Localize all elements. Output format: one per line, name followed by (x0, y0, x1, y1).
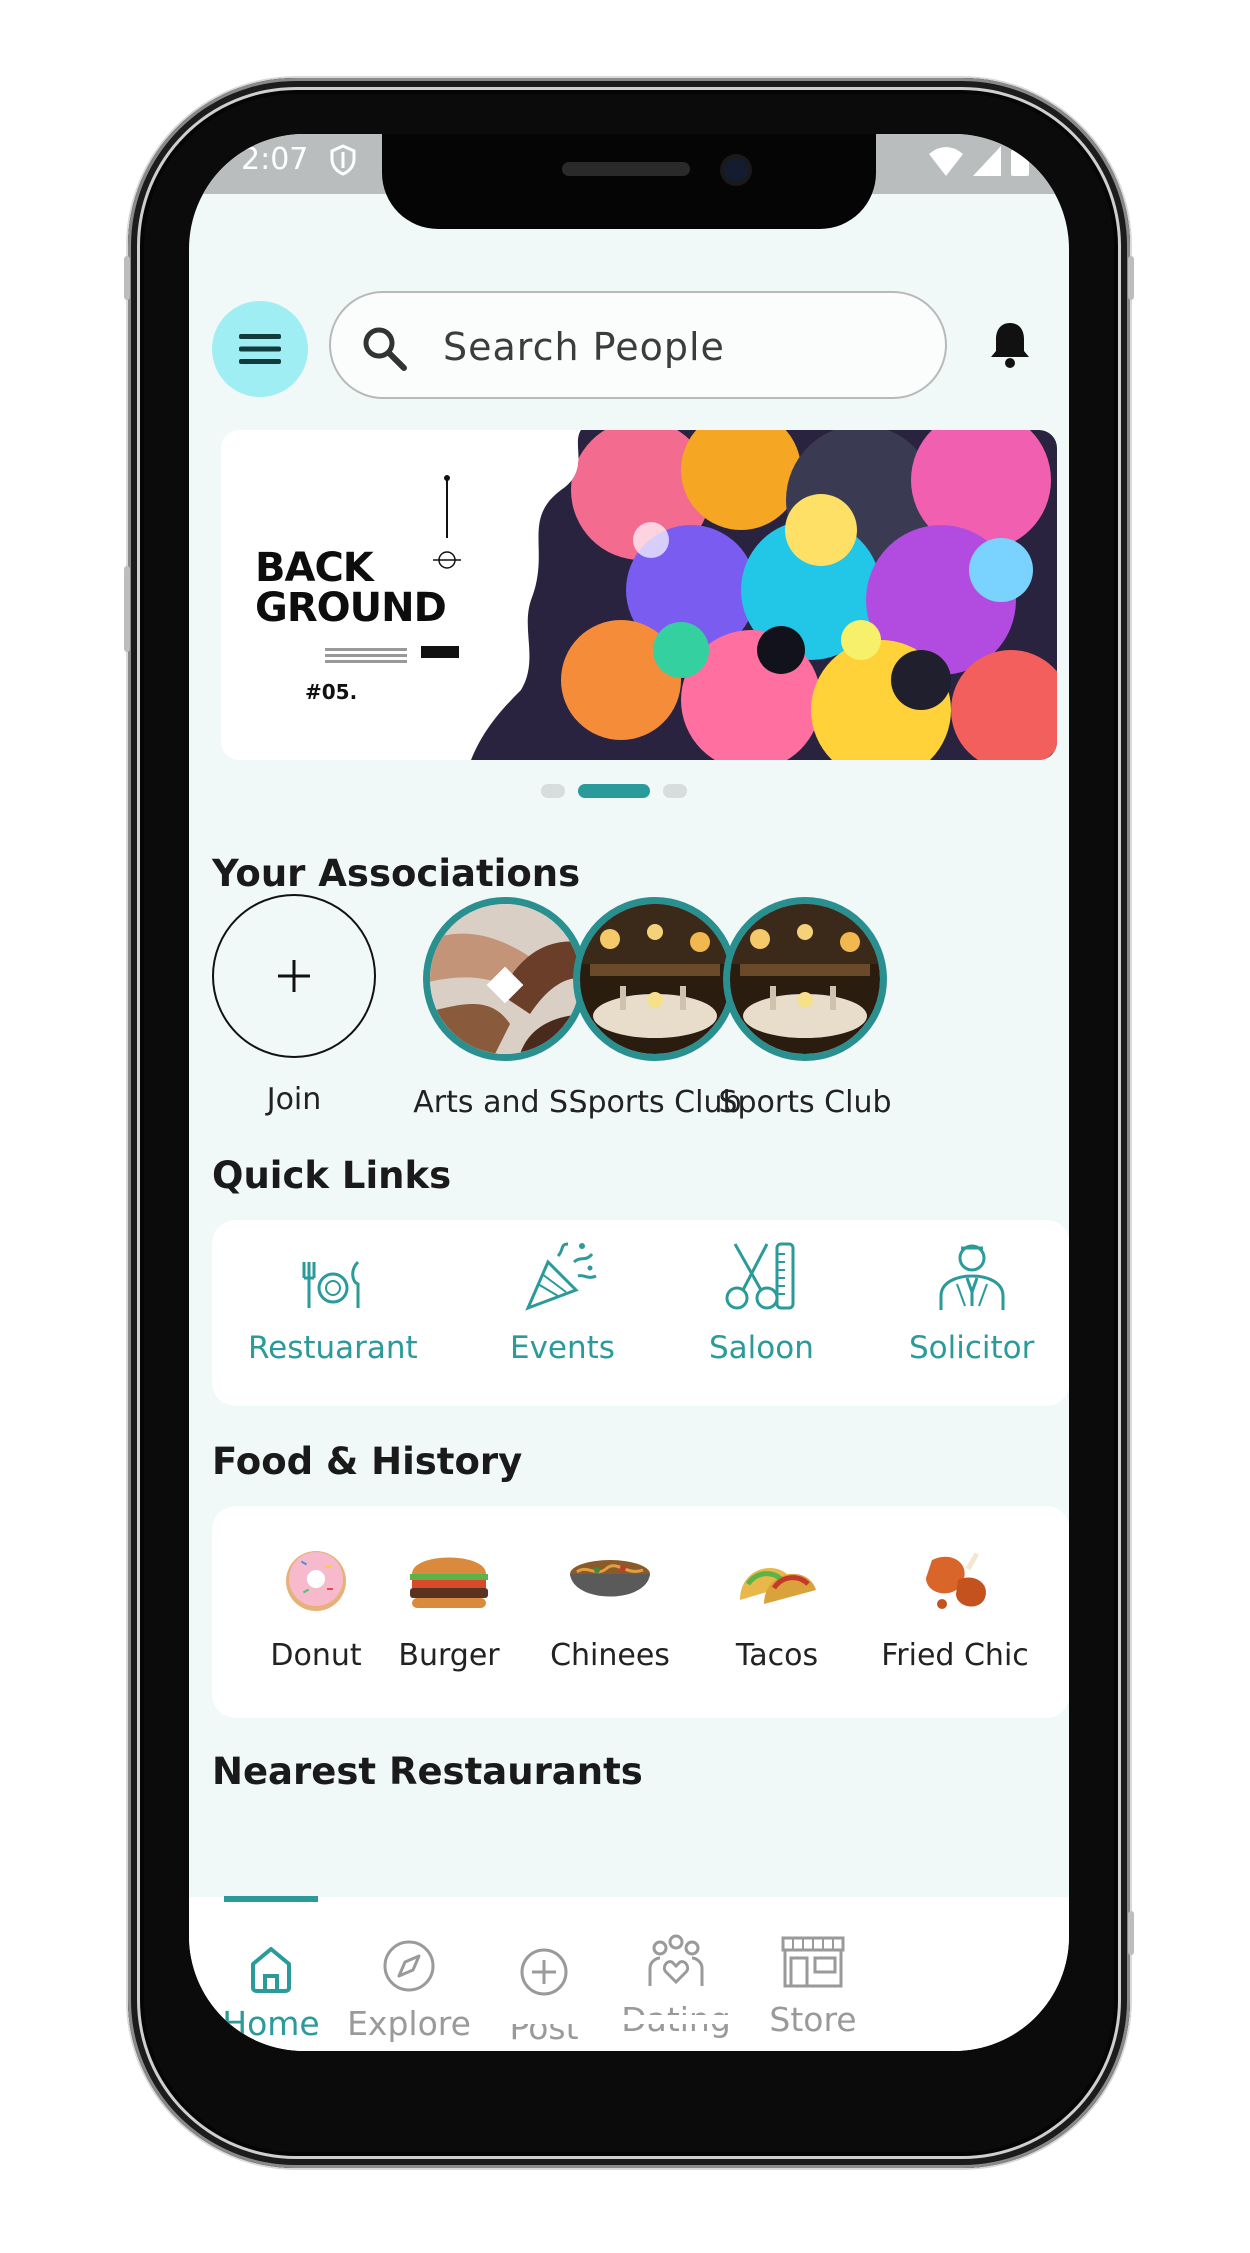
banner-title-line: BACK (255, 545, 374, 591)
banner-title-line: GROUND (255, 585, 447, 631)
menu-button[interactable] (212, 301, 308, 397)
nearest-restaurants-title: Nearest Restaurants (212, 1750, 643, 1793)
quick-link-saloon[interactable]: Saloon (709, 1242, 814, 1366)
quick-link-restaurant[interactable]: Restuarant (248, 1258, 418, 1366)
phone-side-button (124, 566, 130, 652)
home-icon (251, 1947, 291, 1993)
plus-circle-icon (520, 1948, 568, 1996)
search-input[interactable]: Search People (443, 325, 725, 369)
phone-side-button (1128, 1911, 1134, 1955)
food-item-fried-chicken[interactable]: Fried Chic (865, 1544, 1045, 1673)
carousel-dot[interactable] (663, 784, 687, 798)
wifi-icon (929, 147, 963, 176)
party-popper-icon (525, 1242, 598, 1311)
app-screen: 2:07 Search People BACK GROUND #05. Your… (189, 134, 1069, 2051)
quick-link-label: Solicitor (909, 1330, 1035, 1366)
phone-side-button (124, 256, 130, 300)
food-history-title: Food & History (212, 1440, 523, 1483)
food-label: Burger (398, 1638, 500, 1673)
nav-label: Explore (347, 2004, 471, 2043)
hamburger-menu-icon (239, 334, 281, 364)
association-label: Sports Club (718, 1085, 892, 1120)
associations-title: Your Associations (212, 852, 581, 895)
burger-image (410, 1557, 488, 1608)
shield-icon (330, 144, 356, 176)
home-indicator-bar[interactable] (493, 2015, 749, 2024)
signal-icon (973, 146, 1001, 176)
nav-home[interactable]: Home (196, 1944, 346, 2043)
nav-explore[interactable]: Explore (334, 1938, 484, 2043)
front-camera (724, 158, 748, 182)
association-item[interactable]: Sports Club (713, 897, 897, 1120)
association-join[interactable]: Join (202, 894, 386, 1117)
food-item-burger[interactable]: Burger (374, 1544, 524, 1673)
phone-frame: 2:07 Search People BACK GROUND #05. Your… (124, 78, 1134, 2168)
carousel-dot-active[interactable] (578, 784, 650, 798)
restaurant-interior-image (730, 904, 880, 1054)
food-label: Tacos (735, 1638, 819, 1673)
quick-link-label: Events (510, 1330, 615, 1366)
scissors-comb-icon (725, 1242, 795, 1310)
active-tab-indicator (224, 1896, 318, 1902)
association-label: Join (266, 1082, 322, 1117)
compass-icon (383, 1940, 435, 1992)
food-history-card: Donut Burger Chinees Tacos Fried Chic (212, 1506, 1069, 1718)
earpiece-speaker (562, 162, 690, 176)
nav-store[interactable]: Store (738, 1934, 888, 2039)
food-item-chinees[interactable]: Chinees (535, 1544, 685, 1673)
promo-banner[interactable]: BACK GROUND #05. (221, 430, 1057, 760)
status-icons (929, 146, 1029, 176)
fork-knife-plate-icon (302, 1260, 360, 1308)
search-icon (363, 327, 407, 371)
status-time: 2:07 (241, 142, 309, 177)
phone-side-button (1128, 256, 1134, 300)
food-item-tacos[interactable]: Tacos (702, 1544, 852, 1673)
join-button[interactable] (212, 894, 376, 1058)
donut-image (286, 1551, 346, 1611)
quick-links-card: Restuarant Events Saloon Solicitor (212, 1220, 1069, 1406)
dating-people-icon (648, 1934, 704, 1986)
fried-chicken-image (926, 1552, 986, 1609)
banner-number: #05. (305, 680, 358, 704)
nav-label: Home (222, 2004, 320, 2043)
association-avatar (723, 897, 887, 1061)
nav-label: Store (769, 2000, 857, 2039)
quick-links-title: Quick Links (212, 1154, 452, 1197)
food-label: Chinees (550, 1638, 670, 1673)
quick-link-label: Restuarant (248, 1330, 418, 1366)
restaurant-interior-image (580, 904, 730, 1054)
carousel-indicator (189, 784, 1054, 798)
quick-link-events[interactable]: Events (510, 1242, 615, 1366)
hands-together-image (430, 904, 580, 1054)
battery-icon (1011, 146, 1029, 176)
quick-link-solicitor[interactable]: Solicitor (909, 1244, 1035, 1366)
search-bar[interactable]: Search People (329, 291, 947, 399)
lawyer-icon (939, 1244, 1005, 1310)
plus-icon (278, 960, 310, 992)
storefront-icon (781, 1936, 845, 1988)
quick-link-label: Saloon (709, 1330, 814, 1366)
camera-notch (382, 134, 876, 229)
food-label: Donut (270, 1638, 362, 1673)
notification-bell-icon[interactable] (988, 319, 1032, 369)
nav-label: Post (509, 2008, 579, 2047)
carousel-dot[interactable] (541, 784, 565, 798)
tacos-image (740, 1568, 816, 1604)
banner-title: BACK GROUND (255, 545, 447, 631)
nav-post[interactable]: Post (469, 1946, 619, 2047)
food-item-donut[interactable]: Donut (241, 1544, 391, 1673)
noodle-bowl-image (570, 1560, 650, 1597)
food-label: Fried Chic (881, 1638, 1029, 1673)
